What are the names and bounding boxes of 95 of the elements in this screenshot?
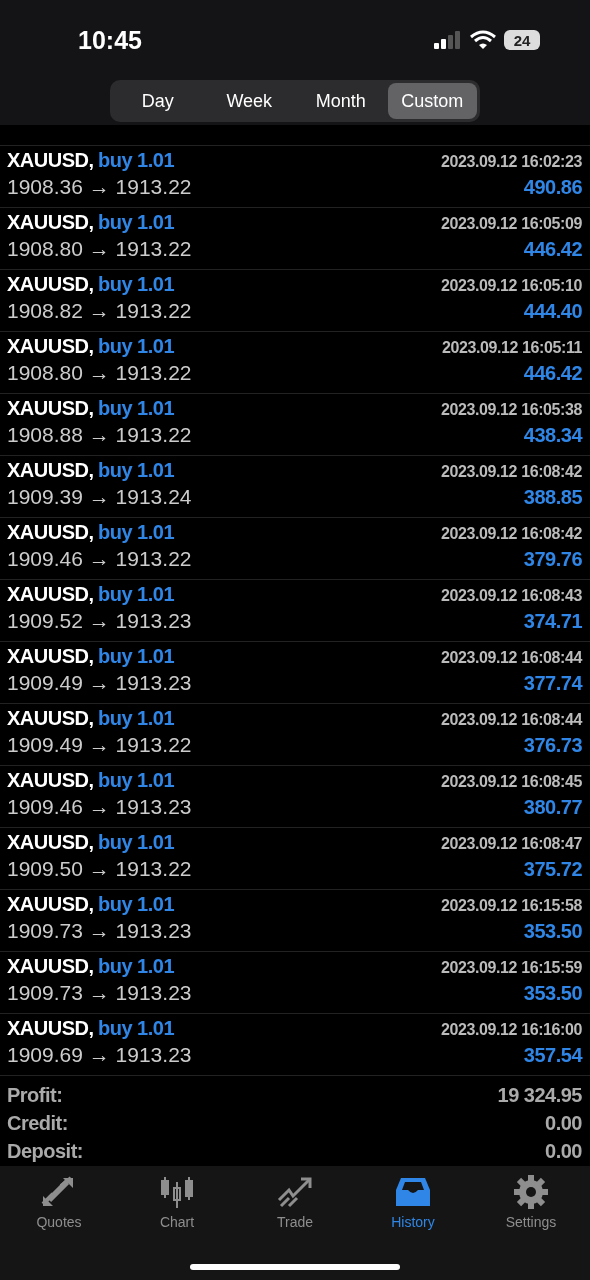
deal-prices: 1909.46 → 1913.23 (7, 795, 192, 819)
deal-side: buy 1.01 (97, 273, 174, 295)
deal-prices: 1909.50 → 1913.22 (7, 857, 192, 881)
deal-prices: 1909.73 → 1913.23 (7, 981, 192, 1005)
deal-side: buy 1.01 (97, 893, 174, 915)
tab-bar-item[interactable]: History (354, 1174, 472, 1230)
deal-time: 2023.09.12 16:15:59 (441, 959, 582, 977)
summary-value: 19 324.95 (497, 1083, 582, 1107)
deal-profit: 353.50 (523, 920, 582, 943)
deal-time: 2023.09.12 16:02:23 (441, 153, 582, 171)
deal-side: buy 1.01 (97, 459, 174, 481)
deal-prices: 1909.39 → 1913.24 (7, 485, 192, 509)
period-tab[interactable]: Custom (387, 83, 477, 119)
deal-prices: 1909.73 → 1913.23 (7, 919, 192, 943)
signal-icon (434, 31, 462, 49)
deal-side: buy 1.01 (97, 397, 174, 419)
summary-value: 0.00 (545, 1111, 582, 1135)
tab-bar-item[interactable]: Chart (118, 1174, 236, 1230)
deal-symbol: XAUUSD, (7, 707, 94, 729)
deal-side: buy 1.01 (97, 707, 174, 729)
battery-level: 24 (504, 30, 540, 50)
wifi-icon (470, 30, 496, 50)
deal-symbol: XAUUSD, (7, 521, 94, 543)
deal-time: 2023.09.12 16:05:09 (441, 215, 582, 233)
deal-time: 2023.09.12 16:08:42 (441, 463, 582, 481)
deal-side: buy 1.01 (97, 1017, 174, 1039)
deal-prices: 1908.80 → 1913.22 (7, 237, 192, 261)
deal-profit: 377.74 (523, 672, 582, 695)
deal-profit: 380.77 (523, 796, 582, 819)
period-tab[interactable]: Day (113, 83, 203, 119)
deal-side: buy 1.01 (97, 211, 174, 233)
deal-time: 2023.09.12 16:08:42 (441, 525, 582, 543)
deal-profit: 444.40 (523, 300, 582, 323)
deal-profit: 490.86 (523, 176, 582, 199)
deal-symbol: XAUUSD, (7, 149, 94, 171)
deal-symbol: XAUUSD, (7, 893, 94, 915)
deal-symbol: XAUUSD, (7, 459, 94, 481)
summary-label: Deposit: (7, 1139, 83, 1163)
deal-side: buy 1.01 (97, 521, 174, 543)
deal-profit: 388.85 (523, 486, 582, 509)
deal-side: buy 1.01 (97, 769, 174, 791)
deal-time: 2023.09.12 16:05:10 (441, 277, 582, 295)
deal-profit: 379.76 (523, 548, 582, 571)
deal-symbol: XAUUSD, (7, 335, 94, 357)
deal-profit: 446.42 (523, 362, 582, 385)
deal-time: 2023.09.12 16:08:44 (441, 711, 582, 729)
period-tab[interactable]: Month (296, 83, 386, 119)
clock-time: 10:45 (78, 25, 142, 55)
deal-time: 2023.09.12 16:16:00 (441, 1021, 582, 1039)
summary-label: Profit: (7, 1083, 63, 1107)
deal-profit: 438.34 (523, 424, 582, 447)
deal-symbol: XAUUSD, (7, 1017, 94, 1039)
deal-prices: 1908.82 → 1913.22 (7, 299, 192, 323)
deal-profit: 375.72 (523, 858, 582, 881)
deal-prices: 1909.49 → 1913.22 (7, 733, 192, 757)
deal-symbol: XAUUSD, (7, 583, 94, 605)
summary-value: 0.00 (545, 1139, 582, 1163)
tab-bar-item[interactable]: Quotes (0, 1174, 118, 1230)
summary-label: Credit: (7, 1111, 68, 1135)
deal-side: buy 1.01 (97, 335, 174, 357)
deal-time: 2023.09.12 16:15:58 (441, 897, 582, 915)
deal-side: buy 1.01 (97, 583, 174, 605)
deal-time: 2023.09.12 16:08:44 (441, 649, 582, 667)
deal-prices: 1908.36 → 1913.22 (7, 175, 192, 199)
deal-time: 2023.09.12 16:05:11 (441, 339, 582, 357)
deal-prices: 1909.69 → 1913.23 (7, 1043, 192, 1067)
deal-time: 2023.09.12 16:05:38 (441, 401, 582, 419)
deal-time: 2023.09.12 16:08:45 (441, 773, 582, 791)
deal-symbol: XAUUSD, (7, 955, 94, 977)
deal-prices: 1908.88 → 1913.22 (7, 423, 192, 447)
deal-profit: 376.73 (523, 734, 582, 757)
deal-prices: 1908.80 → 1913.22 (7, 361, 192, 385)
deal-side: buy 1.01 (97, 149, 174, 171)
deal-symbol: XAUUSD, (7, 831, 94, 853)
deal-symbol: XAUUSD, (7, 273, 94, 295)
deal-profit: 374.71 (523, 610, 582, 633)
deal-prices: 1909.46 → 1913.22 (7, 547, 192, 571)
deal-side: buy 1.01 (97, 955, 174, 977)
deal-symbol: XAUUSD, (7, 211, 94, 233)
period-tab[interactable]: Week (204, 83, 294, 119)
deal-profit: 357.54 (523, 1044, 582, 1067)
deal-prices: 1909.52 → 1913.23 (7, 609, 192, 633)
deal-profit: 446.42 (523, 238, 582, 261)
deal-side: buy 1.01 (97, 831, 174, 853)
settings-icon (511, 1174, 551, 1210)
deal-side: buy 1.01 (97, 645, 174, 667)
deal-symbol: XAUUSD, (7, 645, 94, 667)
tab-bar-item[interactable]: Trade (236, 1174, 354, 1230)
deal-symbol: XAUUSD, (7, 769, 94, 791)
tab-bar-item[interactable]: Settings (472, 1174, 590, 1230)
deal-profit: 353.50 (523, 982, 582, 1005)
deal-symbol: XAUUSD, (7, 397, 94, 419)
deal-time: 2023.09.12 16:08:43 (441, 587, 582, 605)
deal-prices: 1909.49 → 1913.23 (7, 671, 192, 695)
deal-time: 2023.09.12 16:08:47 (441, 835, 582, 853)
